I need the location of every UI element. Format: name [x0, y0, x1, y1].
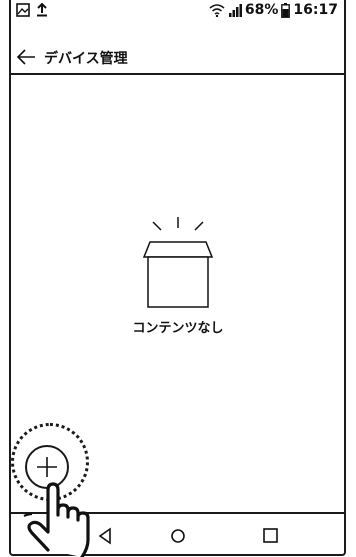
page-title: デバイス管理	[44, 51, 128, 67]
nav-recents-button[interactable]	[253, 520, 289, 552]
home-circle-icon	[171, 529, 185, 543]
pointing-hand-icon	[23, 482, 90, 557]
clock: 16:17	[293, 2, 338, 18]
arrow-left-icon[interactable]	[15, 46, 37, 68]
upload-icon	[37, 3, 47, 17]
recents-square-icon	[263, 528, 278, 543]
app-bar: デバイス管理	[11, 44, 344, 74]
battery-percent: 68%	[244, 2, 279, 18]
status-left	[16, 3, 48, 17]
battery-icon	[281, 2, 291, 18]
empty-state-label: コンテンツなし	[132, 321, 224, 336]
image-icon	[16, 3, 30, 17]
wifi-icon	[209, 4, 225, 17]
app-bar-divider	[11, 73, 344, 75]
empty-box-icon	[142, 217, 214, 308]
status-right: 68% 16:17	[209, 2, 338, 18]
signal-icon	[228, 4, 242, 17]
empty-state: コンテンツなし	[0, 195, 356, 345]
nav-home-button[interactable]	[160, 520, 196, 552]
status-bar: 68% 16:17	[16, 0, 342, 22]
